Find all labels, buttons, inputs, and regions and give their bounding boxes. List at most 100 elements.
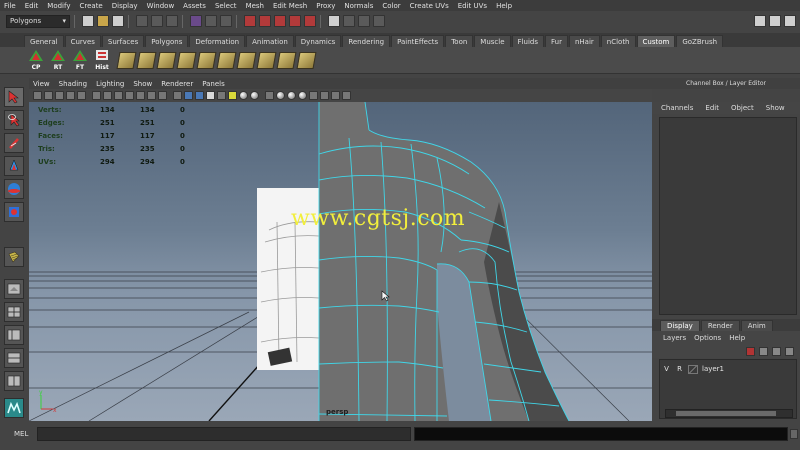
new-empty-layer-icon[interactable]: [759, 346, 768, 356]
shelf-tab-polygons[interactable]: Polygons: [145, 35, 189, 47]
snap-icon[interactable]: [331, 91, 340, 100]
viewport-menu-show[interactable]: Show: [133, 80, 152, 88]
snap-point-icon[interactable]: [274, 15, 286, 27]
layer-tab-display[interactable]: Display: [660, 320, 700, 331]
layer-menu-options[interactable]: Options: [694, 334, 721, 342]
channel-box-menu-channels[interactable]: Channels: [661, 104, 693, 112]
poly-tool-icon[interactable]: [116, 51, 137, 69]
select-handle-icon[interactable]: [190, 15, 202, 27]
new-scene-icon[interactable]: [82, 15, 94, 27]
menu-edit[interactable]: Edit: [21, 2, 44, 10]
poly-tool-icon[interactable]: [236, 51, 257, 69]
layer-menu-layers[interactable]: Layers: [663, 334, 686, 342]
poly-tool-icon[interactable]: [176, 51, 197, 69]
select-hierarchy-icon[interactable]: [136, 15, 148, 27]
shelf-tab-ncloth[interactable]: nCloth: [600, 35, 636, 47]
maya-logo-button[interactable]: [4, 398, 24, 418]
perspective-viewport[interactable]: Verts: 134 134 0 Edges: 251 251 0 Faces: 117 117 0 T…: [29, 102, 652, 421]
channel-box-menu-object[interactable]: Object: [731, 104, 754, 112]
select-curve-icon[interactable]: [220, 15, 232, 27]
menu-set-dropdown[interactable]: Polygons ▾: [6, 14, 70, 28]
shelf-tab-rendering[interactable]: Rendering: [342, 35, 391, 47]
shelf-button-ft[interactable]: FT: [70, 49, 90, 71]
select-object-icon[interactable]: [151, 15, 163, 27]
ambient-occlusion-icon[interactable]: [287, 91, 296, 100]
save-scene-icon[interactable]: [112, 15, 124, 27]
layout-hypershade-button[interactable]: [4, 371, 24, 391]
mel-input[interactable]: [37, 427, 411, 441]
layout-outliner-button[interactable]: [4, 325, 24, 345]
render-view-icon[interactable]: [328, 15, 340, 27]
layer-list-scrollbar[interactable]: [665, 409, 793, 418]
menu-color[interactable]: Color: [378, 2, 405, 10]
attribute-editor-icon[interactable]: [754, 15, 766, 27]
menu-window[interactable]: Window: [143, 2, 180, 10]
2d-pan-zoom-icon[interactable]: [77, 91, 86, 100]
menu-create-uvs[interactable]: Create UVs: [406, 2, 454, 10]
menu-create[interactable]: Create: [75, 2, 107, 10]
textured-icon[interactable]: [206, 91, 215, 100]
move-layer-up-icon[interactable]: [772, 346, 781, 356]
channel-box-menu-edit[interactable]: Edit: [705, 104, 719, 112]
layout-four-button[interactable]: [4, 302, 24, 322]
scrollbar-thumb[interactable]: [676, 411, 776, 416]
shelf-button-cp[interactable]: CP: [26, 49, 46, 71]
menu-display[interactable]: Display: [108, 2, 143, 10]
mel-label[interactable]: MEL: [14, 430, 28, 438]
layout-single-button[interactable]: [4, 279, 24, 299]
shadows-icon[interactable]: [228, 91, 237, 100]
high-quality-icon[interactable]: [276, 91, 285, 100]
shelf-tab-nhair[interactable]: nHair: [568, 35, 600, 47]
last-tool[interactable]: [4, 247, 24, 267]
field-chart-icon[interactable]: [136, 91, 145, 100]
poly-tool-icon[interactable]: [156, 51, 177, 69]
xray-icon[interactable]: [239, 91, 248, 100]
move-layer-down-icon[interactable]: [785, 346, 794, 356]
tool-settings-icon[interactable]: [769, 15, 781, 27]
select-component-icon[interactable]: [166, 15, 178, 27]
image-plane-icon[interactable]: [66, 91, 75, 100]
menu-assets[interactable]: Assets: [179, 2, 211, 10]
viewport-menu-view[interactable]: View: [33, 80, 50, 88]
layer-render-toggle[interactable]: R: [673, 365, 686, 373]
shelf-tab-dynamics[interactable]: Dynamics: [294, 35, 342, 47]
select-joint-icon[interactable]: [205, 15, 217, 27]
menu-file[interactable]: File: [0, 2, 21, 10]
new-layer-from-selection-icon[interactable]: [746, 346, 755, 356]
shelf-tab-deformation[interactable]: Deformation: [189, 35, 246, 47]
rotate-tool[interactable]: [4, 179, 24, 199]
safe-title-icon[interactable]: [158, 91, 167, 100]
shelf-tab-gozbrush[interactable]: GoZBrush: [676, 35, 724, 47]
grid-icon[interactable]: [92, 91, 101, 100]
shelf-button-hist[interactable]: Hist: [92, 49, 112, 71]
poly-tool-icon[interactable]: [216, 51, 237, 69]
wireframe-icon[interactable]: [173, 91, 182, 100]
menu-modify[interactable]: Modify: [43, 2, 75, 10]
shelf-tab-painteffects[interactable]: PaintEffects: [391, 35, 445, 47]
layer-color-swatch[interactable]: [688, 364, 698, 374]
resolution-gate-icon[interactable]: [114, 91, 123, 100]
render-frame-icon[interactable]: [343, 15, 355, 27]
channel-box-content[interactable]: [659, 117, 797, 315]
scale-tool[interactable]: [4, 202, 24, 222]
poly-tool-icon[interactable]: [196, 51, 217, 69]
xray-joints-icon[interactable]: [250, 91, 259, 100]
layout-graph-button[interactable]: [4, 348, 24, 368]
menu-edit-mesh[interactable]: Edit Mesh: [269, 2, 312, 10]
smooth-shade-icon[interactable]: [184, 91, 193, 100]
make-live-icon[interactable]: [304, 15, 316, 27]
depth-of-field-icon[interactable]: [320, 91, 329, 100]
render-settings-icon[interactable]: [373, 15, 385, 27]
move-tool[interactable]: [4, 156, 24, 176]
film-gate-icon[interactable]: [103, 91, 112, 100]
menu-select[interactable]: Select: [211, 2, 242, 10]
shelf-tab-fur[interactable]: Fur: [544, 35, 568, 47]
select-camera-icon[interactable]: [33, 91, 42, 100]
layer-menu-help[interactable]: Help: [729, 334, 745, 342]
poly-tool-icon[interactable]: [296, 51, 317, 69]
menu-mesh[interactable]: Mesh: [242, 2, 269, 10]
gate-mask-icon[interactable]: [125, 91, 134, 100]
shelf-tab-toon[interactable]: Toon: [445, 35, 474, 47]
symmetry-icon[interactable]: [342, 91, 351, 100]
layer-tab-anim[interactable]: Anim: [740, 320, 773, 331]
